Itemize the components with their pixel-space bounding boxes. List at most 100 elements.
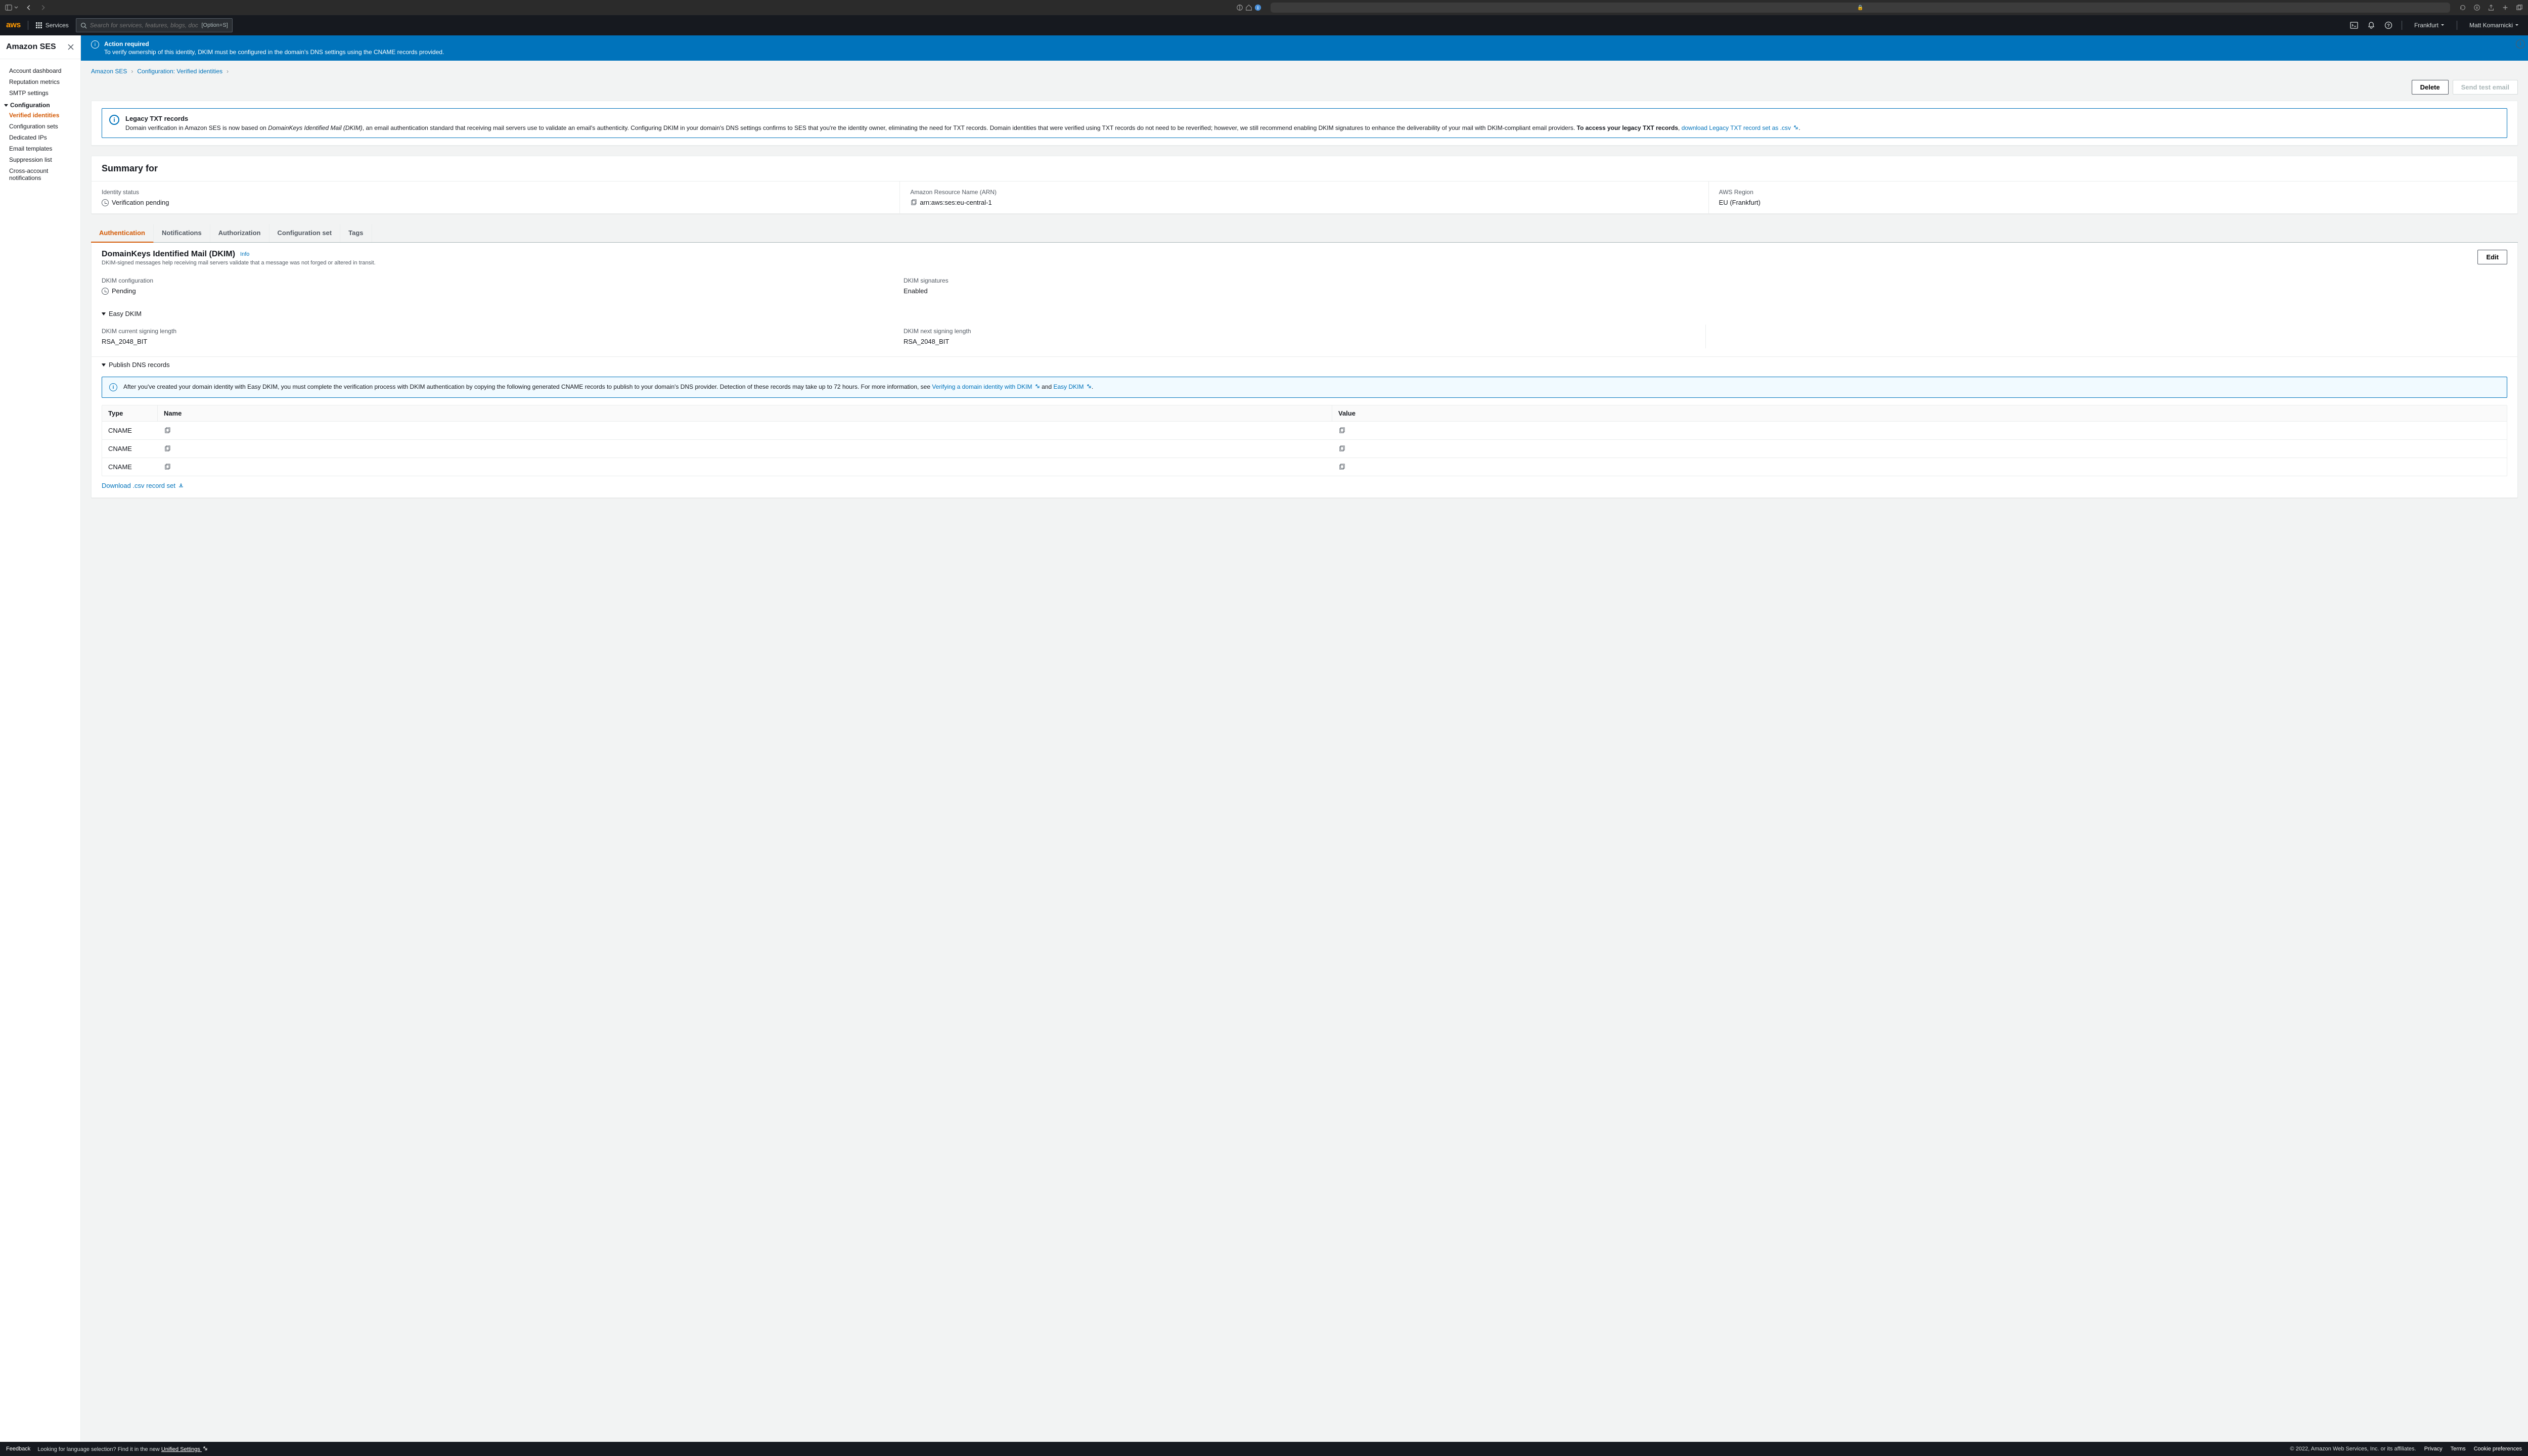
home-icon[interactable] bbox=[1245, 4, 1252, 11]
tab-tags[interactable]: Tags bbox=[340, 224, 372, 242]
site-info-icon[interactable]: i bbox=[1254, 4, 1261, 11]
pending-icon bbox=[102, 199, 109, 206]
services-menu[interactable]: Services bbox=[35, 22, 69, 29]
share-icon[interactable] bbox=[2488, 4, 2495, 11]
new-tab-icon[interactable] bbox=[2502, 4, 2509, 11]
copy-icon[interactable] bbox=[910, 199, 917, 206]
tabs-icon[interactable] bbox=[2516, 4, 2523, 11]
copy-icon[interactable] bbox=[1338, 464, 1345, 470]
cell-value bbox=[1332, 440, 2507, 458]
arn-label: Amazon Resource Name (ARN) bbox=[910, 189, 1698, 196]
unified-settings-link[interactable]: Unified Settings bbox=[161, 1446, 208, 1452]
sidebar-item-configuration-sets[interactable]: Configuration sets bbox=[0, 121, 80, 132]
aws-top-nav: aws Services [Option+S] ? Frankfurt Matt… bbox=[0, 15, 2528, 35]
publish-dns-label: Publish DNS records bbox=[109, 361, 170, 369]
dns-note-body: After you've created your domain identit… bbox=[123, 383, 1093, 391]
sidebar-item-smtp[interactable]: SMTP settings bbox=[0, 87, 80, 99]
tab-authorization[interactable]: Authorization bbox=[210, 224, 269, 242]
reload-icon[interactable] bbox=[2459, 4, 2466, 11]
breadcrumb-section[interactable]: Configuration: Verified identities bbox=[137, 68, 222, 75]
info-panel-toggle[interactable]: i bbox=[2516, 39, 2525, 49]
sidebar-item-dashboard[interactable]: Account dashboard bbox=[0, 65, 80, 76]
cell-name bbox=[158, 440, 1332, 458]
info-icon: i bbox=[109, 383, 117, 391]
info-icon: i bbox=[109, 115, 119, 125]
easy-dkim-label: Easy DKIM bbox=[109, 310, 142, 317]
external-link-icon bbox=[1035, 384, 1040, 389]
send-test-email-button: Send test email bbox=[2453, 80, 2518, 95]
edit-dkim-button[interactable]: Edit bbox=[2477, 250, 2507, 264]
terms-link[interactable]: Terms bbox=[2451, 1446, 2466, 1452]
download-csv-link[interactable]: Download .csv record set bbox=[102, 482, 184, 489]
download-legacy-txt-link[interactable]: download Legacy TXT record set as .csv bbox=[1682, 124, 1799, 131]
chevron-right-icon: › bbox=[227, 68, 229, 75]
chevron-down-icon bbox=[2515, 23, 2519, 27]
copyright: © 2022, Amazon Web Services, Inc. or its… bbox=[2290, 1446, 2416, 1452]
download-icon[interactable] bbox=[2473, 4, 2480, 11]
pending-icon bbox=[102, 288, 109, 295]
dns-records-table: Type Name Value CNAME CNAME bbox=[102, 405, 2507, 476]
url-bar[interactable]: 🔒 bbox=[1271, 3, 2450, 13]
cell-type: CNAME bbox=[102, 458, 158, 476]
easy-dkim-disclosure[interactable]: Easy DKIM bbox=[92, 306, 2517, 322]
back-button[interactable] bbox=[25, 4, 32, 11]
table-row: CNAME bbox=[102, 458, 2507, 476]
forward-button[interactable] bbox=[39, 4, 47, 11]
sidebar-item-cross-account[interactable]: Cross-account notifications bbox=[0, 165, 80, 184]
banner-title: Action required bbox=[104, 40, 444, 48]
dkim-nextlen-value: RSA_2048_BIT bbox=[904, 338, 1705, 345]
cookie-prefs-link[interactable]: Cookie preferences bbox=[2474, 1446, 2522, 1452]
dkim-info-link[interactable]: Info bbox=[240, 251, 249, 257]
dkim-curlen-value: RSA_2048_BIT bbox=[102, 338, 904, 345]
delete-button[interactable]: Delete bbox=[2412, 80, 2449, 95]
cell-name bbox=[158, 458, 1332, 476]
col-type: Type bbox=[102, 405, 158, 422]
dkim-title: DomainKeys Identified Mail (DKIM) bbox=[102, 250, 235, 259]
feedback-link[interactable]: Feedback bbox=[6, 1446, 30, 1452]
copy-icon[interactable] bbox=[1338, 445, 1345, 452]
legacy-body: Domain verification in Amazon SES is now… bbox=[125, 124, 1800, 131]
cell-name bbox=[158, 422, 1332, 440]
sidebar-item-email-templates[interactable]: Email templates bbox=[0, 143, 80, 154]
sidebar-item-suppression-list[interactable]: Suppression list bbox=[0, 154, 80, 165]
copy-icon[interactable] bbox=[164, 445, 170, 452]
banner-body: To verify ownership of this identity, DK… bbox=[104, 49, 444, 56]
aws-search[interactable]: [Option+S] bbox=[76, 18, 233, 32]
search-input[interactable] bbox=[90, 22, 199, 29]
user-label: Matt Komarnicki bbox=[2469, 22, 2513, 29]
lock-icon: 🔒 bbox=[1857, 5, 1863, 11]
sidebar-item-reputation[interactable]: Reputation metrics bbox=[0, 76, 80, 87]
sidebar-toggle[interactable] bbox=[5, 4, 18, 11]
identity-status-label: Identity status bbox=[102, 189, 889, 196]
copy-icon[interactable] bbox=[164, 427, 170, 434]
help-icon[interactable]: ? bbox=[2384, 21, 2392, 29]
chevron-right-icon: › bbox=[131, 68, 133, 75]
breadcrumb-root[interactable]: Amazon SES bbox=[91, 68, 127, 75]
tab-configuration-set[interactable]: Configuration set bbox=[269, 224, 341, 242]
privacy-link[interactable]: Privacy bbox=[2424, 1446, 2443, 1452]
copy-icon[interactable] bbox=[1338, 427, 1345, 434]
tab-authentication[interactable]: Authentication bbox=[91, 224, 154, 243]
publish-dns-disclosure[interactable]: Publish DNS records bbox=[92, 357, 2517, 373]
sidebar-close[interactable] bbox=[67, 43, 74, 51]
cloudshell-icon[interactable] bbox=[2350, 21, 2358, 29]
action-required-banner: i Action required To verify ownership of… bbox=[81, 35, 2528, 61]
aws-logo[interactable]: aws bbox=[6, 21, 21, 30]
detail-tabs: Authentication Notifications Authorizati… bbox=[91, 224, 2518, 243]
col-value: Value bbox=[1332, 405, 2507, 422]
tab-notifications[interactable]: Notifications bbox=[154, 224, 210, 242]
sidebar-group-configuration[interactable]: Configuration bbox=[0, 99, 80, 110]
easy-dkim-link[interactable]: Easy DKIM bbox=[1054, 383, 1092, 390]
table-row: CNAME bbox=[102, 422, 2507, 440]
dkim-curlen-label: DKIM current signing length bbox=[102, 328, 904, 335]
region-selector[interactable]: Frankfurt bbox=[2411, 22, 2448, 29]
sidebar-item-dedicated-ips[interactable]: Dedicated IPs bbox=[0, 132, 80, 143]
copy-icon[interactable] bbox=[164, 464, 170, 470]
user-menu[interactable]: Matt Komarnicki bbox=[2466, 22, 2522, 29]
verify-domain-link[interactable]: Verifying a domain identity with DKIM bbox=[932, 383, 1040, 390]
sidebar-item-verified-identities[interactable]: Verified identities bbox=[0, 110, 80, 121]
shield-icon[interactable] bbox=[1236, 4, 1243, 11]
notifications-icon[interactable] bbox=[2367, 21, 2375, 29]
legacy-txt-panel: i Legacy TXT records Domain verification… bbox=[91, 101, 2518, 146]
table-row: CNAME bbox=[102, 440, 2507, 458]
